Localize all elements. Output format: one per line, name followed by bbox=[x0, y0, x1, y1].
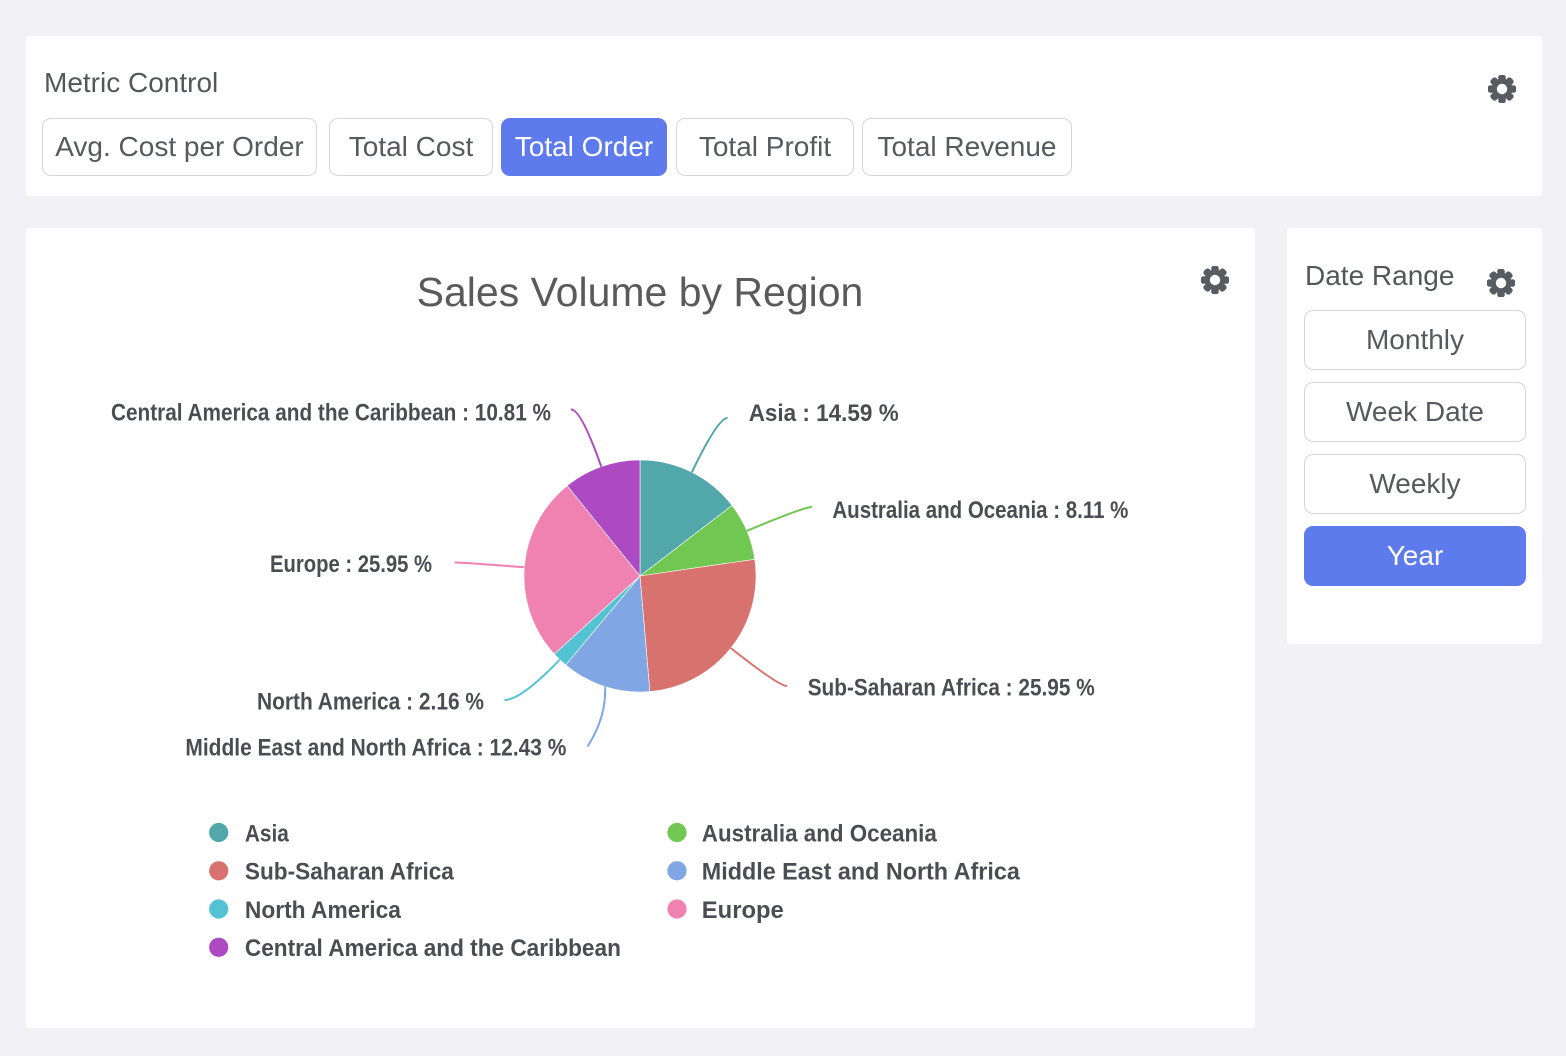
svg-text:Australia and Oceania: Australia and Oceania bbox=[702, 820, 938, 847]
svg-text:Central America and the Caribb: Central America and the Caribbean : 10.8… bbox=[111, 400, 551, 427]
svg-text:Asia : 14.59 %: Asia : 14.59 % bbox=[749, 400, 899, 427]
svg-text:Middle East and North Africa :: Middle East and North Africa : 12.43 % bbox=[185, 734, 566, 761]
svg-text:Central America and the Caribb: Central America and the Caribbean bbox=[245, 935, 621, 962]
svg-text:Australia and Oceania : 8.11 %: Australia and Oceania : 8.11 % bbox=[832, 497, 1128, 524]
svg-text:Middle East and North Africa: Middle East and North Africa bbox=[702, 859, 1021, 886]
svg-text:Europe : 25.95 %: Europe : 25.95 % bbox=[270, 551, 432, 578]
svg-text:Asia: Asia bbox=[245, 820, 290, 847]
svg-text:Sub-Saharan Africa: Sub-Saharan Africa bbox=[245, 859, 455, 886]
svg-text:Sub-Saharan Africa : 25.95 %: Sub-Saharan Africa : 25.95 % bbox=[808, 675, 1095, 702]
svg-text:Europe: Europe bbox=[702, 897, 784, 924]
svg-text:North America: North America bbox=[245, 897, 402, 924]
svg-text:North America : 2.16 %: North America : 2.16 % bbox=[257, 689, 484, 716]
svg-text:Sales Volume by Region: Sales Volume by Region bbox=[417, 269, 864, 315]
